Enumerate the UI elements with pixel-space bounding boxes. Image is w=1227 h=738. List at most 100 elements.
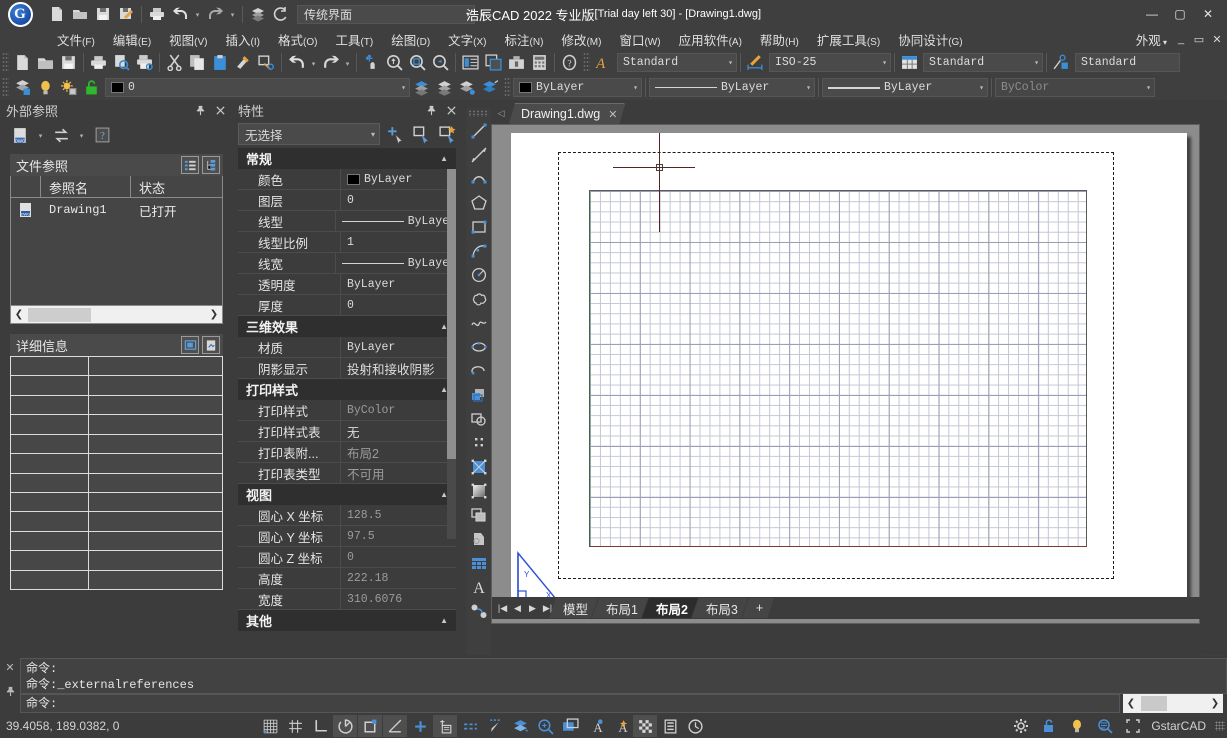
layout-tab-1[interactable]: 布局1 <box>592 598 648 618</box>
grid-display-icon[interactable] <box>283 715 307 737</box>
table-style-combo[interactable]: Standard ▾ <box>923 53 1043 72</box>
property-row[interactable]: 打印样式ByColor <box>238 400 456 421</box>
property-value-cell[interactable]: ByLayer <box>336 211 456 232</box>
snap-grid-icon[interactable] <box>258 715 282 737</box>
command-horizontal-scrollbar[interactable]: ❮ ❯ <box>1123 694 1223 713</box>
property-row[interactable]: 线型ByLayer <box>238 211 456 232</box>
text-style-icon[interactable]: A <box>592 51 615 74</box>
menu-item-1[interactable]: 编辑(E) <box>104 28 160 51</box>
help-icon[interactable]: ? <box>558 51 581 74</box>
spline-icon[interactable] <box>466 311 491 335</box>
property-value-cell[interactable]: 投射和接收阴影 <box>341 358 456 379</box>
layer-freeze-icon[interactable] <box>57 76 80 99</box>
menu-item-13[interactable]: 扩展工具(S) <box>808 28 889 51</box>
detail-row[interactable] <box>11 454 222 473</box>
refresh-xref-icon[interactable] <box>49 123 73 147</box>
gradient-icon[interactable] <box>466 479 491 503</box>
line-icon[interactable] <box>466 119 491 143</box>
draw-toolbar-grip[interactable] <box>468 110 489 117</box>
pin-icon[interactable] <box>424 103 438 117</box>
construction-line-icon[interactable] <box>466 143 491 167</box>
scroll-right-icon[interactable]: ❯ <box>206 307 222 323</box>
batch-plot-icon[interactable] <box>133 51 156 74</box>
property-row[interactable]: 颜色ByLayer <box>238 169 456 190</box>
dim-style-icon[interactable] <box>744 51 767 74</box>
quick-view-icon[interactable] <box>1093 715 1117 737</box>
undo-icon[interactable] <box>285 51 308 74</box>
doc-minimize-button[interactable]: _ <box>1173 30 1189 48</box>
rectangle-icon[interactable] <box>466 215 491 239</box>
property-row[interactable]: 圆心 Y 坐标97.5 <box>238 526 456 547</box>
qat-overflow-icon[interactable]: ▾ <box>476 4 490 24</box>
undo-dropdown-icon[interactable]: ▾ <box>308 52 319 74</box>
property-value-cell[interactable]: ByColor <box>341 400 456 421</box>
sheet-set-icon[interactable] <box>505 51 528 74</box>
layer-toolbar-grip[interactable] <box>2 77 9 98</box>
design-center-icon[interactable] <box>459 51 482 74</box>
redo-icon[interactable] <box>319 51 342 74</box>
resize-grip[interactable] <box>1215 721 1225 731</box>
property-row[interactable]: 打印表类型不可用 <box>238 463 456 484</box>
selection-combo[interactable]: 无选择 ▾ <box>238 123 380 145</box>
object-snap-icon[interactable] <box>358 715 382 737</box>
property-row[interactable]: 宽度310.6076 <box>238 589 456 610</box>
scrollbar-thumb[interactable] <box>28 308 91 322</box>
property-value-cell[interactable]: 无 <box>341 421 456 442</box>
property-group-header[interactable]: 常规▲ <box>238 148 456 169</box>
menu-item-6[interactable]: 绘图(D) <box>382 28 439 51</box>
layer-previous-icon[interactable] <box>433 76 456 99</box>
quick-select-icon[interactable] <box>436 123 458 145</box>
arc-icon[interactable] <box>466 239 491 263</box>
property-value-cell[interactable]: 310.6076 <box>341 589 456 610</box>
zoom-realtime-icon[interactable] <box>383 51 406 74</box>
workspace-switch-icon[interactable] <box>633 715 657 737</box>
property-row[interactable]: 材质ByLayer <box>238 337 456 358</box>
refresh-icon[interactable] <box>270 3 292 25</box>
match-properties-icon[interactable] <box>232 51 255 74</box>
property-row[interactable]: 线型比例1 <box>238 232 456 253</box>
tool-palette-icon[interactable] <box>482 51 505 74</box>
add-selected-icon[interactable] <box>466 599 491 623</box>
table-row[interactable]: DWG Drawing1 已打开 <box>11 198 222 222</box>
coordinate-display[interactable]: 39.4058, 189.0382, 0 <box>0 719 250 733</box>
scroll-left-icon[interactable]: ❮ <box>1123 695 1139 712</box>
circle-icon[interactable] <box>466 263 491 287</box>
menu-item-5[interactable]: 工具(T) <box>326 28 382 51</box>
save-icon[interactable] <box>57 51 80 74</box>
pan-realtime-icon[interactable] <box>360 51 383 74</box>
undo-icon[interactable] <box>169 3 191 25</box>
wipeout-icon[interactable] <box>466 527 491 551</box>
unlock-icon[interactable] <box>1037 715 1061 737</box>
property-row[interactable]: 圆心 X 坐标128.5 <box>238 505 456 526</box>
property-value-cell[interactable]: 不可用 <box>341 463 456 484</box>
toolbar-lock-icon[interactable] <box>658 715 682 737</box>
layout-nav-0[interactable]: |◀ <box>495 598 510 618</box>
close-icon[interactable] <box>213 103 227 117</box>
menu-item-7[interactable]: 文字(X) <box>439 28 495 51</box>
menu-item-9[interactable]: 修改(M) <box>552 28 610 51</box>
help-icon[interactable]: ? <box>90 123 114 147</box>
layer-properties-icon[interactable] <box>11 76 34 99</box>
doc-close-button[interactable]: ✕ <box>1209 30 1225 48</box>
layout-nav-1[interactable]: ◀ <box>510 598 525 618</box>
text-style-combo[interactable]: Standard ▾ <box>617 53 737 72</box>
polar-tracking-icon[interactable] <box>333 715 357 737</box>
toolbar-grip[interactable] <box>2 52 9 73</box>
revcloud-icon[interactable] <box>466 287 491 311</box>
property-value-cell[interactable]: ByLayer <box>341 274 456 295</box>
layout-tab-3[interactable]: 布局3 <box>692 598 748 618</box>
object-snap-tracking-icon[interactable] <box>383 715 407 737</box>
save-icon[interactable] <box>92 3 114 25</box>
detail-row[interactable] <box>11 435 222 454</box>
detail-row[interactable] <box>11 532 222 551</box>
menu-item-2[interactable]: 视图(V) <box>160 28 216 51</box>
allow-ucs-icon[interactable] <box>408 715 432 737</box>
calculator-icon[interactable] <box>528 51 551 74</box>
menu-item-4[interactable]: 格式(O) <box>269 28 326 51</box>
menu-item-14[interactable]: 协同设计(G) <box>889 28 971 51</box>
scroll-left-icon[interactable]: ❮ <box>11 307 27 323</box>
preview-icon[interactable] <box>202 336 220 354</box>
property-row[interactable]: 透明度ByLayer <box>238 274 456 295</box>
insert-block-icon[interactable] <box>466 383 491 407</box>
zoom-previous-icon[interactable] <box>429 51 452 74</box>
